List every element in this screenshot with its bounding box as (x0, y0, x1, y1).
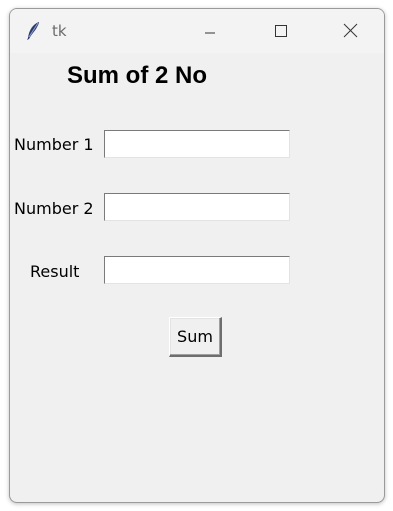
minimize-icon[interactable] (187, 9, 233, 53)
sum-button[interactable]: Sum (169, 317, 222, 357)
title-bar[interactable]: tk (10, 9, 384, 53)
app-window: tk Sum of 2 No Number 1 Number 2 Result … (9, 8, 385, 503)
window-title: tk (52, 22, 67, 40)
number-2-input[interactable] (104, 193, 290, 221)
form-heading: Sum of 2 No (67, 62, 208, 89)
number-2-label: Number 2 (14, 199, 94, 218)
number-1-label: Number 1 (14, 135, 94, 154)
feather-icon (25, 21, 41, 41)
maximize-icon[interactable] (257, 9, 303, 53)
close-icon[interactable] (327, 9, 373, 53)
result-input[interactable] (104, 256, 290, 284)
result-label: Result (30, 262, 80, 281)
number-1-input[interactable] (104, 130, 290, 158)
